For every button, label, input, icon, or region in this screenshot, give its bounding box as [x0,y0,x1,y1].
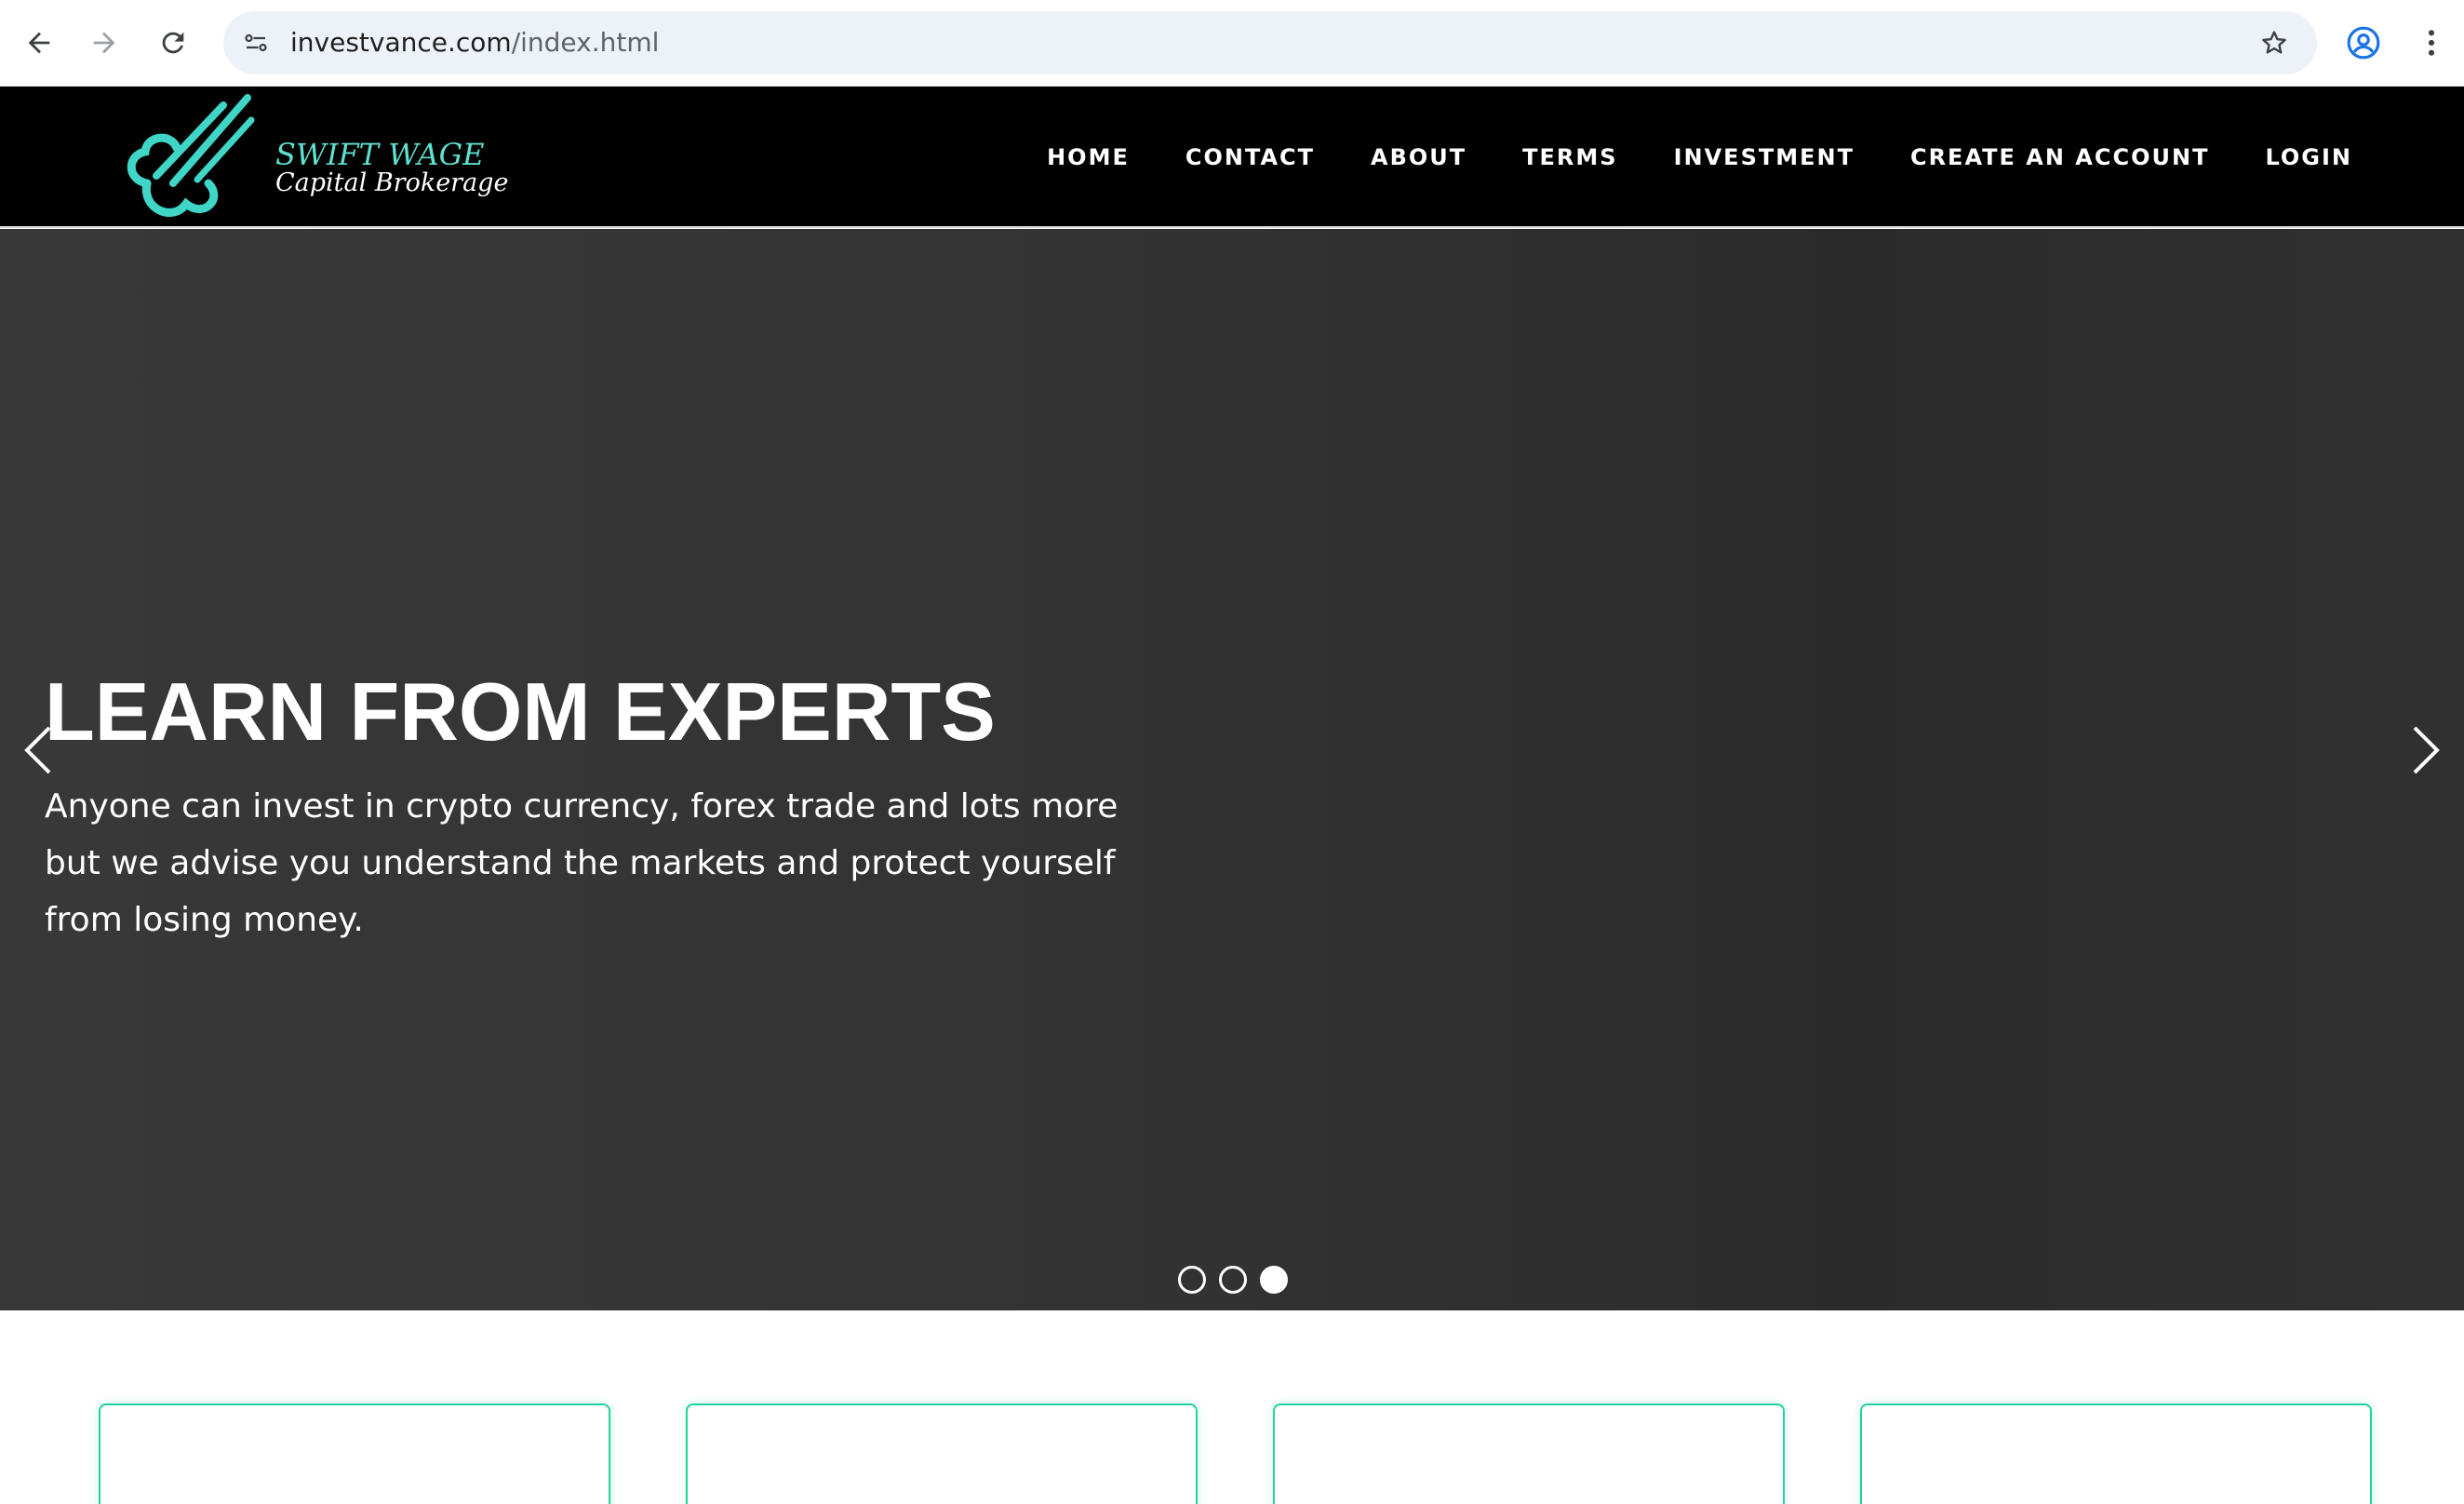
bookmark-star-icon[interactable] [2256,24,2293,61]
hero-title: LEARN FROM EXPERTS [45,665,996,758]
logo-mark-icon [127,94,255,217]
hero-carousel: LEARN FROM EXPERTS Anyone can invest in … [0,229,2464,1310]
carousel-dot-2[interactable] [1219,1266,1247,1294]
back-button[interactable] [17,20,61,65]
main-nav: HOME CONTACT ABOUT TERMS INVESTMENT CREA… [1047,87,2352,228]
nav-about[interactable]: ABOUT [1371,144,1466,170]
back-arrow-icon [28,32,50,54]
feature-card-3 [1273,1403,1785,1504]
nav-create-account[interactable]: CREATE AN ACCOUNT [1910,144,2209,170]
nav-investment[interactable]: INVESTMENT [1674,144,1855,170]
logo-title: SWIFT WAGE [275,137,485,172]
address-bar[interactable]: investvance.com/index.html [223,11,2317,74]
url-text[interactable]: investvance.com/index.html [290,11,659,74]
nav-contact[interactable]: CONTACT [1185,144,1315,170]
site-info-icon[interactable] [236,23,275,62]
carousel-next-button[interactable] [2401,720,2453,780]
reload-icon [162,32,184,54]
reload-button[interactable] [151,20,195,65]
browser-toolbar: investvance.com/index.html [0,0,2464,87]
chevron-right-icon [2413,726,2440,774]
url-path: /index.html [511,27,660,58]
carousel-indicators [1178,1266,1288,1294]
carousel-dot-1[interactable] [1178,1266,1206,1294]
site-logo[interactable]: SWIFT WAGE Capital Brokerage [119,90,508,226]
feature-card-4 [1860,1403,2372,1504]
nav-terms[interactable]: TERMS [1522,144,1617,170]
nav-login[interactable]: LOGIN [2265,144,2352,170]
more-vert-icon[interactable] [2417,22,2445,63]
forward-button[interactable] [82,20,127,65]
url-domain: investvance.com [290,27,512,58]
logo-subtitle: Capital Brokerage [275,168,509,197]
feature-card-2 [686,1403,1198,1504]
profile-icon[interactable] [2343,22,2384,63]
carousel-prev-button[interactable] [11,720,63,780]
nav-home[interactable]: HOME [1047,144,1130,170]
feature-cards [0,1310,2464,1504]
site-header: SWIFT WAGE Capital Brokerage HOME CONTAC… [0,87,2464,228]
forward-arrow-icon [93,32,115,54]
hero-text: Anyone can invest in crypto currency, fo… [45,787,1118,939]
chevron-left-icon [24,726,51,774]
carousel-dot-3[interactable] [1260,1266,1288,1294]
feature-card-1 [99,1403,610,1504]
